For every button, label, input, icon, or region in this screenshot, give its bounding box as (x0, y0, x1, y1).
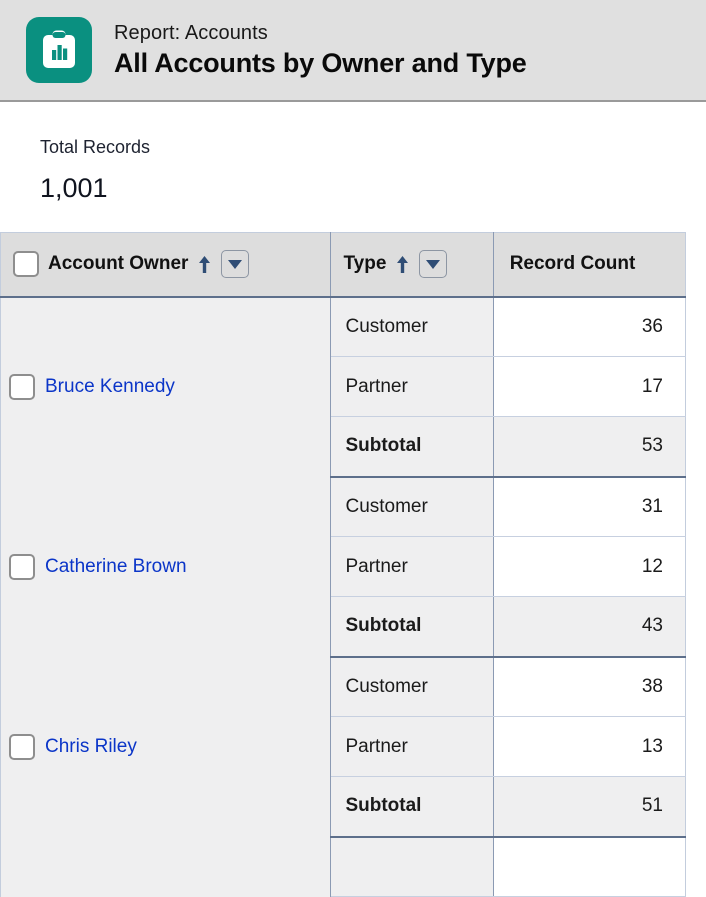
record-count-cell: 12 (493, 536, 686, 597)
type-cell-partial (330, 836, 494, 897)
select-all-checkbox[interactable] (13, 251, 39, 278)
report-clipboard-chart-icon (26, 17, 92, 83)
column-header-type[interactable]: Type (330, 232, 494, 298)
subtotal-label-cell: Subtotal (330, 596, 494, 658)
record-count-cell: 17 (493, 356, 686, 417)
report-table: Account Owner Type Record Count Bruce Ke… (0, 232, 686, 897)
row-select-checkbox[interactable] (9, 374, 35, 400)
column-header-label-account-owner: Account Owner (48, 253, 189, 275)
subtotal-label-cell: Subtotal (330, 416, 494, 478)
row-select-checkbox[interactable] (9, 553, 35, 580)
header-row: Account Owner Type Record Count (0, 232, 686, 298)
chevron-down-icon (228, 259, 243, 269)
row-select-checkbox[interactable] (9, 733, 35, 760)
column-header-account-owner[interactable]: Account Owner (0, 232, 332, 298)
owner-link[interactable]: Chris Riley (45, 736, 137, 758)
owner-group-cell: Bruce Kennedy (0, 296, 332, 477)
table-row-partial (0, 836, 686, 897)
type-cell: Customer (330, 656, 494, 717)
page-header: Report: Accounts All Accounts by Owner a… (0, 0, 706, 102)
owner-group-cell: Catherine Brown (0, 476, 332, 657)
table-row: Chris Riley Customer 38 (0, 656, 686, 837)
sort-ascending-arrow-up-icon-type[interactable] (395, 255, 410, 274)
column-header-record-count[interactable]: Record Count (493, 232, 686, 298)
sort-ascending-arrow-up-icon[interactable] (197, 255, 212, 274)
chevron-down-icon (426, 259, 441, 269)
total-records-label: Total Records (40, 137, 151, 157)
report-eyebrow: Report: Accounts (114, 22, 268, 44)
table-body: Bruce Kennedy Customer 36 Partner 17 Subtotal… (0, 296, 686, 897)
type-cell: Partner (330, 536, 494, 597)
owner-group-cell-partial (0, 836, 332, 897)
owner-group-cell: Chris Riley (0, 656, 332, 837)
total-records-summary: Total Records 1,001 (0, 102, 706, 204)
record-count-cell-partial (493, 836, 686, 897)
column-header-label-record-count: Record Count (509, 253, 636, 275)
column-header-label-type: Type (343, 253, 387, 275)
type-cell: Customer (330, 296, 494, 357)
type-cell: Partner (330, 716, 494, 777)
record-count-cell: 13 (493, 716, 686, 777)
column-menu-button-account-owner[interactable] (221, 250, 250, 279)
page-title: All Accounts by Owner and Type (114, 48, 527, 78)
table-row: Bruce Kennedy Customer 36 (0, 296, 686, 477)
subtotal-value-cell: 51 (493, 776, 686, 838)
subtotal-value-cell: 53 (493, 416, 686, 478)
total-records-value: 1,001 (40, 173, 108, 203)
type-cell: Partner (330, 356, 494, 417)
report-table-container[interactable]: Account Owner Type Record Count Bruce Ke… (0, 232, 686, 897)
record-count-cell: 31 (493, 476, 686, 537)
owner-link[interactable]: Bruce Kennedy (45, 376, 175, 398)
record-count-cell: 36 (493, 296, 686, 357)
owner-link[interactable]: Catherine Brown (45, 556, 187, 578)
table-header: Account Owner Type Record Count (0, 232, 686, 298)
subtotal-label-cell: Subtotal (330, 776, 494, 838)
column-menu-button-type[interactable] (419, 250, 448, 279)
header-text-block: Report: Accounts All Accounts by Owner a… (114, 20, 527, 80)
type-cell: Customer (330, 476, 494, 537)
record-count-cell: 38 (493, 656, 686, 717)
subtotal-value-cell: 43 (493, 596, 686, 658)
table-row: Catherine Brown Customer 31 (0, 476, 686, 657)
